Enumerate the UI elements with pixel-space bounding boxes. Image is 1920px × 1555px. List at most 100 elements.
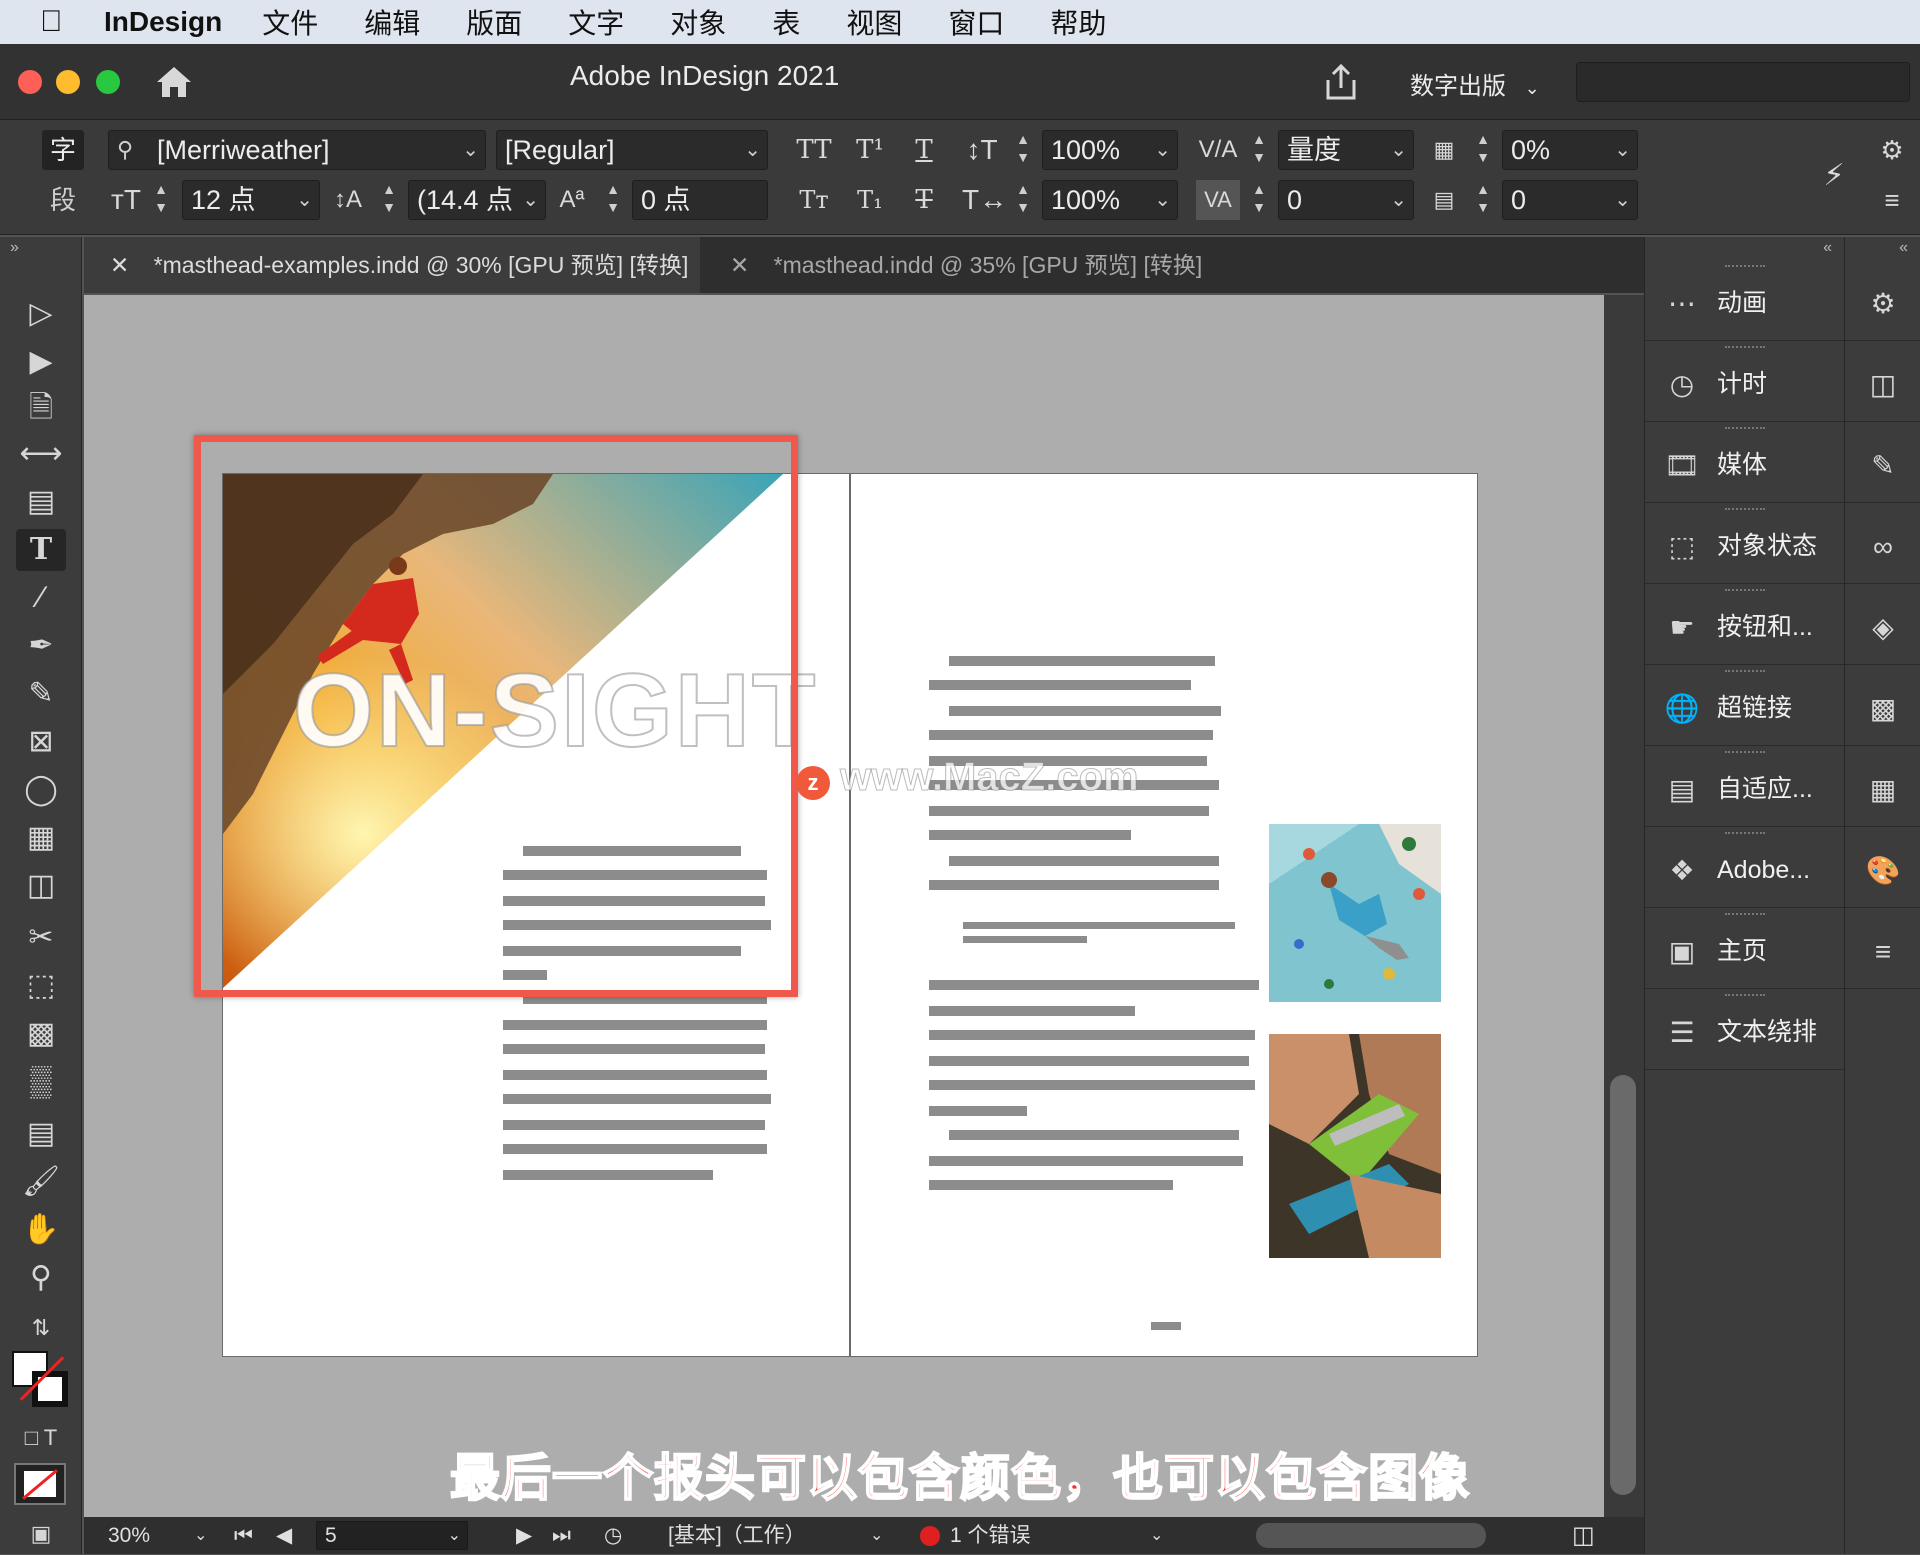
panel-adobe-color[interactable]: ❖ Adobe... xyxy=(1645,828,1845,908)
horizontal-scale-field[interactable]: 100% ⌄ xyxy=(1042,180,1178,220)
panel-menu-icon[interactable]: ≡ xyxy=(1872,180,1912,220)
share-icon[interactable] xyxy=(1322,62,1360,102)
chevron-down-icon[interactable]: ⌄ xyxy=(1154,181,1171,219)
panel-timing[interactable]: ◷ 计时 xyxy=(1645,342,1845,422)
chevron-down-icon[interactable]: ⌄ xyxy=(1390,181,1407,219)
previous-page-icon[interactable]: ◀ xyxy=(276,1517,292,1554)
chevron-down-icon[interactable]: ⌄ xyxy=(1614,181,1631,219)
line-tool-icon[interactable]: ∕ xyxy=(16,577,66,619)
next-page-icon[interactable]: ▶ xyxy=(516,1517,532,1554)
kerning-stepper[interactable]: ▲ ▼ xyxy=(1248,130,1270,170)
ellipse-tool-icon[interactable]: ◯ xyxy=(16,769,66,811)
gear-icon[interactable]: ⚙ xyxy=(1872,130,1912,170)
menu-file[interactable]: 文件 xyxy=(262,2,318,42)
expand-panel-icon[interactable]: » xyxy=(10,239,19,257)
tab-masthead-examples[interactable]: ✕ *masthead-examples.indd @ 30% [GPU 预览]… xyxy=(84,237,700,293)
quick-actions-icon[interactable]: ⚡ xyxy=(1816,156,1852,196)
all-caps-icon[interactable]: TT xyxy=(792,130,836,170)
tracking-field[interactable]: 0 ⌄ xyxy=(1278,180,1414,220)
collapse-panel-icon[interactable]: « xyxy=(1823,239,1832,257)
last-page-icon[interactable]: ⏭ xyxy=(552,1517,571,1554)
vertical-scrollbar[interactable] xyxy=(1604,295,1644,1517)
gradient-feather-tool-icon[interactable]: ▒ xyxy=(16,1061,66,1103)
horizontal-scale-stepper[interactable]: ▲ ▼ xyxy=(1012,180,1034,220)
right-page[interactable] xyxy=(850,473,1478,1357)
small-caps-icon[interactable]: Tᴛ xyxy=(792,180,836,220)
chevron-down-icon[interactable]: ⌄ xyxy=(870,1517,883,1554)
chevron-down-icon[interactable]: ⌄ xyxy=(194,1517,207,1554)
tab-masthead[interactable]: ✕ *masthead.indd @ 35% [GPU 预览] [转换] xyxy=(704,237,1294,293)
collapse-panel-icon[interactable]: « xyxy=(1899,239,1908,257)
content-collector-icon[interactable]: ▤ xyxy=(16,481,66,523)
pen-tool-icon[interactable]: ✒ xyxy=(16,625,66,667)
panel-cc-libraries-button[interactable]: ◫ xyxy=(1845,342,1920,422)
page-tool-icon[interactable]: 🗎 xyxy=(16,387,66,429)
menu-layout[interactable]: 版面 xyxy=(466,2,522,42)
vertical-scale-field[interactable]: 100% ⌄ xyxy=(1042,130,1178,170)
chevron-down-icon[interactable]: ⌄ xyxy=(448,1522,461,1549)
search-input[interactable] xyxy=(1576,62,1910,102)
chevron-down-icon[interactable]: ⌄ xyxy=(522,181,539,219)
paragraph-mode-button[interactable]: 段 xyxy=(42,180,84,220)
grid-align-stepper[interactable]: ▲ ▼ xyxy=(1472,180,1494,220)
gradient-swatch-tool-icon[interactable]: ▩ xyxy=(16,1013,66,1055)
subscript-icon[interactable]: T₁ xyxy=(848,180,892,220)
pencil-tool-icon[interactable]: ✎ xyxy=(16,673,66,715)
chevron-down-icon[interactable]: ⌄ xyxy=(1150,1517,1163,1554)
tracking-stepper[interactable]: ▲ ▼ xyxy=(1248,180,1270,220)
kerning-field[interactable]: 量度 ⌄ xyxy=(1278,130,1414,170)
panel-swatches-button[interactable]: ▦ xyxy=(1845,747,1920,827)
panel-pages[interactable]: ▣ 主页 xyxy=(1645,909,1845,989)
menu-type[interactable]: 文字 xyxy=(568,2,624,42)
font-size-field[interactable]: 12 点 ⌄ xyxy=(182,180,320,220)
chevron-down-icon[interactable]: ⌄ xyxy=(462,131,479,169)
superscript-icon[interactable]: T¹ xyxy=(848,130,892,170)
first-page-icon[interactable]: ⏮ xyxy=(234,1517,253,1554)
type-tool-icon[interactable]: T xyxy=(16,529,66,571)
close-window-button[interactable] xyxy=(18,70,42,94)
panel-text-wrap[interactable]: ☰ 文本绕排 xyxy=(1645,990,1845,1070)
horizontal-scrollbar[interactable] xyxy=(1256,1523,1486,1548)
free-transform-tool-icon[interactable]: ⬚ xyxy=(16,965,66,1007)
eyedropper-tool-icon[interactable]: 🖌 xyxy=(16,1161,66,1203)
panel-links-button[interactable]: ∞ xyxy=(1845,504,1920,584)
font-style-field[interactable]: [Regular] ⌄ xyxy=(496,130,768,170)
direct-selection-tool-icon[interactable]: ▶ xyxy=(16,341,66,383)
preflight-profile-icon[interactable]: ◷ xyxy=(604,1517,622,1554)
menu-view[interactable]: 视图 xyxy=(846,2,902,42)
page-number-field[interactable]: 5 ⌄ xyxy=(316,1521,468,1550)
underline-icon[interactable]: T xyxy=(902,130,946,170)
menu-edit[interactable]: 编辑 xyxy=(364,2,420,42)
leading-field[interactable]: (14.4 点 ⌄ xyxy=(408,180,546,220)
panel-liquid-layout[interactable]: ▤ 自适应... xyxy=(1645,747,1845,827)
scrollbar-thumb[interactable] xyxy=(1610,1075,1636,1495)
panel-object-states[interactable]: ⬚ 对象状态 xyxy=(1645,504,1845,584)
split-view-icon[interactable]: ◫ xyxy=(1572,1517,1595,1554)
grid-tool-icon[interactable]: ◫ xyxy=(16,865,66,907)
font-family-field[interactable]: ⚲ [Merriweather] ⌄ xyxy=(108,130,486,170)
preflight-profile[interactable]: [基本]（工作） xyxy=(668,1517,806,1554)
chevron-down-icon[interactable]: ⌄ xyxy=(1390,131,1407,169)
panel-media[interactable]: 🎞 媒体 xyxy=(1645,423,1845,503)
panel-gradient-button[interactable]: ▩ xyxy=(1845,666,1920,746)
menu-window[interactable]: 窗口 xyxy=(948,2,1004,42)
apple-icon[interactable]:  xyxy=(40,5,96,39)
panel-buttons-forms[interactable]: ☛ 按钮和... xyxy=(1645,585,1845,665)
tsume-field[interactable]: 0% ⌄ xyxy=(1502,130,1638,170)
climbing-wall-image[interactable] xyxy=(1269,824,1441,1002)
grid-align-field[interactable]: 0 ⌄ xyxy=(1502,180,1638,220)
document-canvas[interactable]: ON-SIGHT z www.MacZ.com xyxy=(84,295,1604,1517)
panel-color-button[interactable]: 🎨 xyxy=(1845,828,1920,908)
panel-properties-button[interactable]: ⚙ xyxy=(1845,261,1920,341)
zoom-window-button[interactable] xyxy=(96,70,120,94)
menu-table[interactable]: 表 xyxy=(772,2,800,42)
screen-mode-icon[interactable]: ▣ xyxy=(16,1513,66,1555)
chevron-down-icon[interactable]: ⌄ xyxy=(1154,131,1171,169)
menu-object[interactable]: 对象 xyxy=(670,2,726,42)
carabiner-image[interactable] xyxy=(1269,1034,1441,1258)
swap-fill-stroke-icon[interactable]: ⇅ xyxy=(16,1307,66,1349)
selection-tool-icon[interactable]: ▷ xyxy=(16,293,66,335)
close-icon[interactable]: ✕ xyxy=(730,252,749,278)
rectangle-frame-tool-icon[interactable]: ⊠ xyxy=(16,721,66,763)
table-tool-icon[interactable]: ▦ xyxy=(16,817,66,859)
